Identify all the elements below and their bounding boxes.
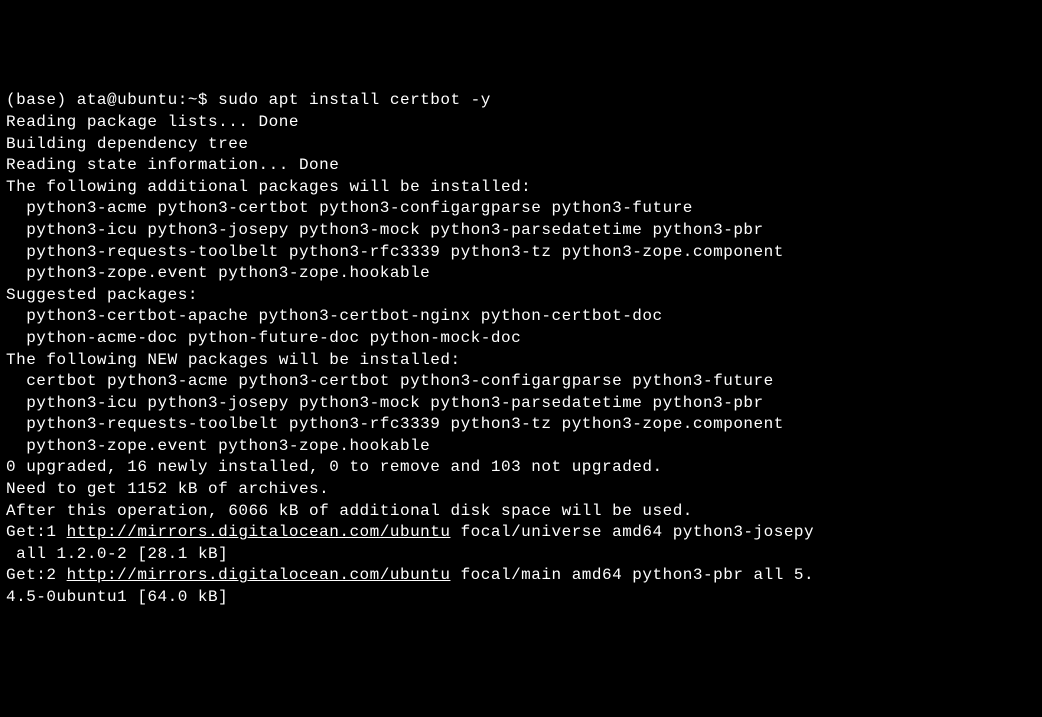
output-line: The following NEW packages will be insta… — [6, 350, 1036, 372]
output-line: python3-icu python3-josepy python3-mock … — [6, 220, 1036, 242]
output-line: python3-zope.event python3-zope.hookable — [6, 263, 1036, 285]
mirror-url: http://mirrors.digitalocean.com/ubuntu — [67, 566, 451, 584]
output-line: python3-zope.event python3-zope.hookable — [6, 436, 1036, 458]
download-line-cont: all 1.2.0-2 [28.1 kB] — [6, 544, 1036, 566]
get-suffix: focal/universe amd64 python3-josepy — [450, 523, 814, 541]
output-line: Building dependency tree — [6, 134, 1036, 156]
output-line: python3-certbot-apache python3-certbot-n… — [6, 306, 1036, 328]
download-line: Get:2 http://mirrors.digitalocean.com/ub… — [6, 565, 1036, 587]
output-line: certbot python3-acme python3-certbot pyt… — [6, 371, 1036, 393]
command-text[interactable]: sudo apt install certbot -y — [218, 91, 491, 109]
output-line: python3-requests-toolbelt python3-rfc333… — [6, 414, 1036, 436]
output-line: python3-requests-toolbelt python3-rfc333… — [6, 242, 1036, 264]
prompt-line: (base) ata@ubuntu:~$ sudo apt install ce… — [6, 90, 1036, 112]
output-line: python-acme-doc python-future-doc python… — [6, 328, 1036, 350]
shell-prompt: (base) ata@ubuntu:~$ — [6, 91, 218, 109]
terminal-output: (base) ata@ubuntu:~$ sudo apt install ce… — [6, 90, 1036, 608]
output-line: python3-icu python3-josepy python3-mock … — [6, 393, 1036, 415]
download-line-cont: 4.5-0ubuntu1 [64.0 kB] — [6, 587, 1036, 609]
output-line: 0 upgraded, 16 newly installed, 0 to rem… — [6, 457, 1036, 479]
output-line: python3-acme python3-certbot python3-con… — [6, 198, 1036, 220]
output-line: Reading state information... Done — [6, 155, 1036, 177]
output-line: Need to get 1152 kB of archives. — [6, 479, 1036, 501]
output-line: After this operation, 6066 kB of additio… — [6, 501, 1036, 523]
get-suffix: focal/main amd64 python3-pbr all 5. — [450, 566, 814, 584]
output-line: The following additional packages will b… — [6, 177, 1036, 199]
output-line: Reading package lists... Done — [6, 112, 1036, 134]
output-line: Suggested packages: — [6, 285, 1036, 307]
mirror-url: http://mirrors.digitalocean.com/ubuntu — [67, 523, 451, 541]
download-line: Get:1 http://mirrors.digitalocean.com/ub… — [6, 522, 1036, 544]
get-prefix: Get:2 — [6, 566, 67, 584]
get-prefix: Get:1 — [6, 523, 67, 541]
